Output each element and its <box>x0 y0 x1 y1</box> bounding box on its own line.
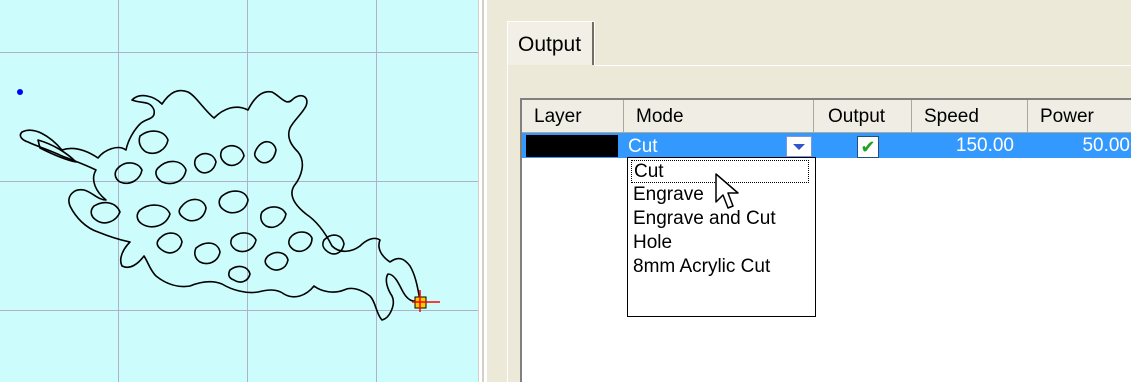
layers-table[interactable]: Layer Mode Output Speed Power Cut ✔ 150.… <box>520 98 1131 382</box>
drawing-canvas[interactable] <box>0 0 478 382</box>
mode-option-hole[interactable]: Hole <box>631 232 809 255</box>
tab-output[interactable]: Output <box>507 21 595 65</box>
speed-cell[interactable]: 150.00 <box>914 135 1014 157</box>
column-header-layer[interactable]: Layer <box>522 100 624 132</box>
column-header-power[interactable]: Power <box>1028 100 1131 132</box>
origin-dot <box>17 89 23 95</box>
layer-color-swatch[interactable] <box>526 135 618 157</box>
table-row[interactable]: Cut ✔ 150.00 50.00 <box>522 133 1131 158</box>
mouse-pointer-icon <box>715 173 739 209</box>
table-header: Layer Mode Output Speed Power <box>522 100 1131 133</box>
column-header-mode[interactable]: Mode <box>624 100 814 132</box>
mode-combobox-value: Cut <box>628 136 658 157</box>
mode-option-8mm-acrylic-cut[interactable]: 8mm Acrylic Cut <box>631 256 809 279</box>
tab-output-label: Output <box>518 33 582 56</box>
column-header-output[interactable]: Output <box>814 100 912 132</box>
splitter[interactable] <box>478 0 487 382</box>
power-cell[interactable]: 50.00 <box>1034 135 1130 157</box>
column-header-speed[interactable]: Speed <box>912 100 1028 132</box>
output-panel: Output Layer Mode Output Speed Power Cut… <box>487 0 1131 382</box>
origin-marker-icon[interactable] <box>412 290 440 312</box>
checkmark-icon: ✔ <box>860 137 876 157</box>
artwork-outlines <box>19 89 421 321</box>
output-checkbox[interactable]: ✔ <box>857 136 879 158</box>
chevron-down-icon[interactable] <box>786 136 812 157</box>
vine-artwork[interactable] <box>0 0 478 382</box>
